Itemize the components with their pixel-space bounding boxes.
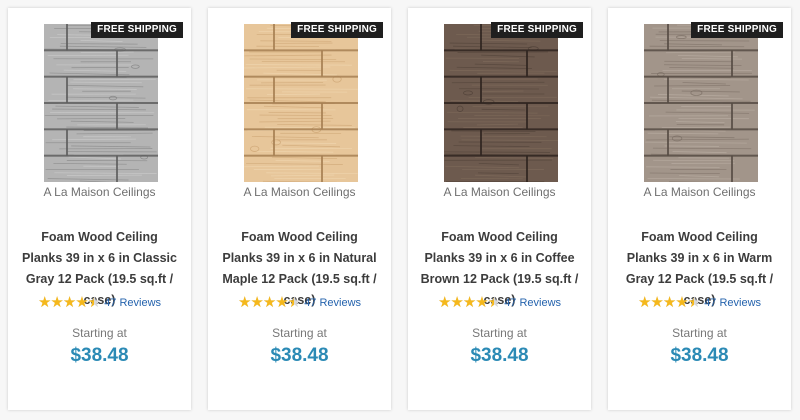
starting-at-label: Starting at bbox=[272, 326, 327, 340]
price: $38.48 bbox=[70, 345, 129, 366]
reviews-link[interactable]: 47 Reviews bbox=[104, 297, 161, 309]
free-shipping-badge: FREE SHIPPING bbox=[91, 22, 183, 38]
brand-name[interactable]: A La Maison Ceilings bbox=[408, 185, 591, 199]
free-shipping-badge: FREE SHIPPING bbox=[291, 22, 383, 38]
price: $38.48 bbox=[470, 345, 529, 366]
product-image[interactable] bbox=[44, 24, 158, 182]
reviews-link[interactable]: 47 Reviews bbox=[504, 297, 561, 309]
starting-at-label: Starting at bbox=[72, 326, 127, 340]
product-card[interactable]: FREE SHIPPING A La Maison Ceilings Foam … bbox=[8, 8, 191, 410]
brand-name[interactable]: A La Maison Ceilings bbox=[8, 185, 191, 199]
product-card[interactable]: FREE SHIPPING A La Maison Ceilings Foam … bbox=[608, 8, 791, 410]
rating: ★★★★★★★★★★47 Reviews bbox=[208, 295, 391, 310]
star-rating: ★★★★★★★★★★ bbox=[237, 294, 301, 311]
starting-at-label: Starting at bbox=[472, 326, 527, 340]
free-shipping-badge: FREE SHIPPING bbox=[691, 22, 783, 38]
price: $38.48 bbox=[270, 345, 329, 366]
star-rating: ★★★★★★★★★★ bbox=[37, 294, 101, 311]
product-image[interactable] bbox=[244, 24, 358, 182]
star-rating: ★★★★★★★★★★ bbox=[437, 294, 501, 311]
reviews-link[interactable]: 47 Reviews bbox=[304, 297, 361, 309]
price: $38.48 bbox=[670, 345, 729, 366]
starting-at-label: Starting at bbox=[672, 326, 727, 340]
product-card[interactable]: FREE SHIPPING A La Maison Ceilings Foam … bbox=[408, 8, 591, 410]
product-card[interactable]: FREE SHIPPING A La Maison Ceilings Foam … bbox=[208, 8, 391, 410]
brand-name[interactable]: A La Maison Ceilings bbox=[608, 185, 791, 199]
rating: ★★★★★★★★★★47 Reviews bbox=[8, 295, 191, 310]
free-shipping-badge: FREE SHIPPING bbox=[491, 22, 583, 38]
brand-name[interactable]: A La Maison Ceilings bbox=[208, 185, 391, 199]
star-rating: ★★★★★★★★★★ bbox=[637, 294, 701, 311]
product-image[interactable] bbox=[644, 24, 758, 182]
rating: ★★★★★★★★★★47 Reviews bbox=[608, 295, 791, 310]
rating: ★★★★★★★★★★47 Reviews bbox=[408, 295, 591, 310]
product-image[interactable] bbox=[444, 24, 558, 182]
reviews-link[interactable]: 47 Reviews bbox=[704, 297, 761, 309]
